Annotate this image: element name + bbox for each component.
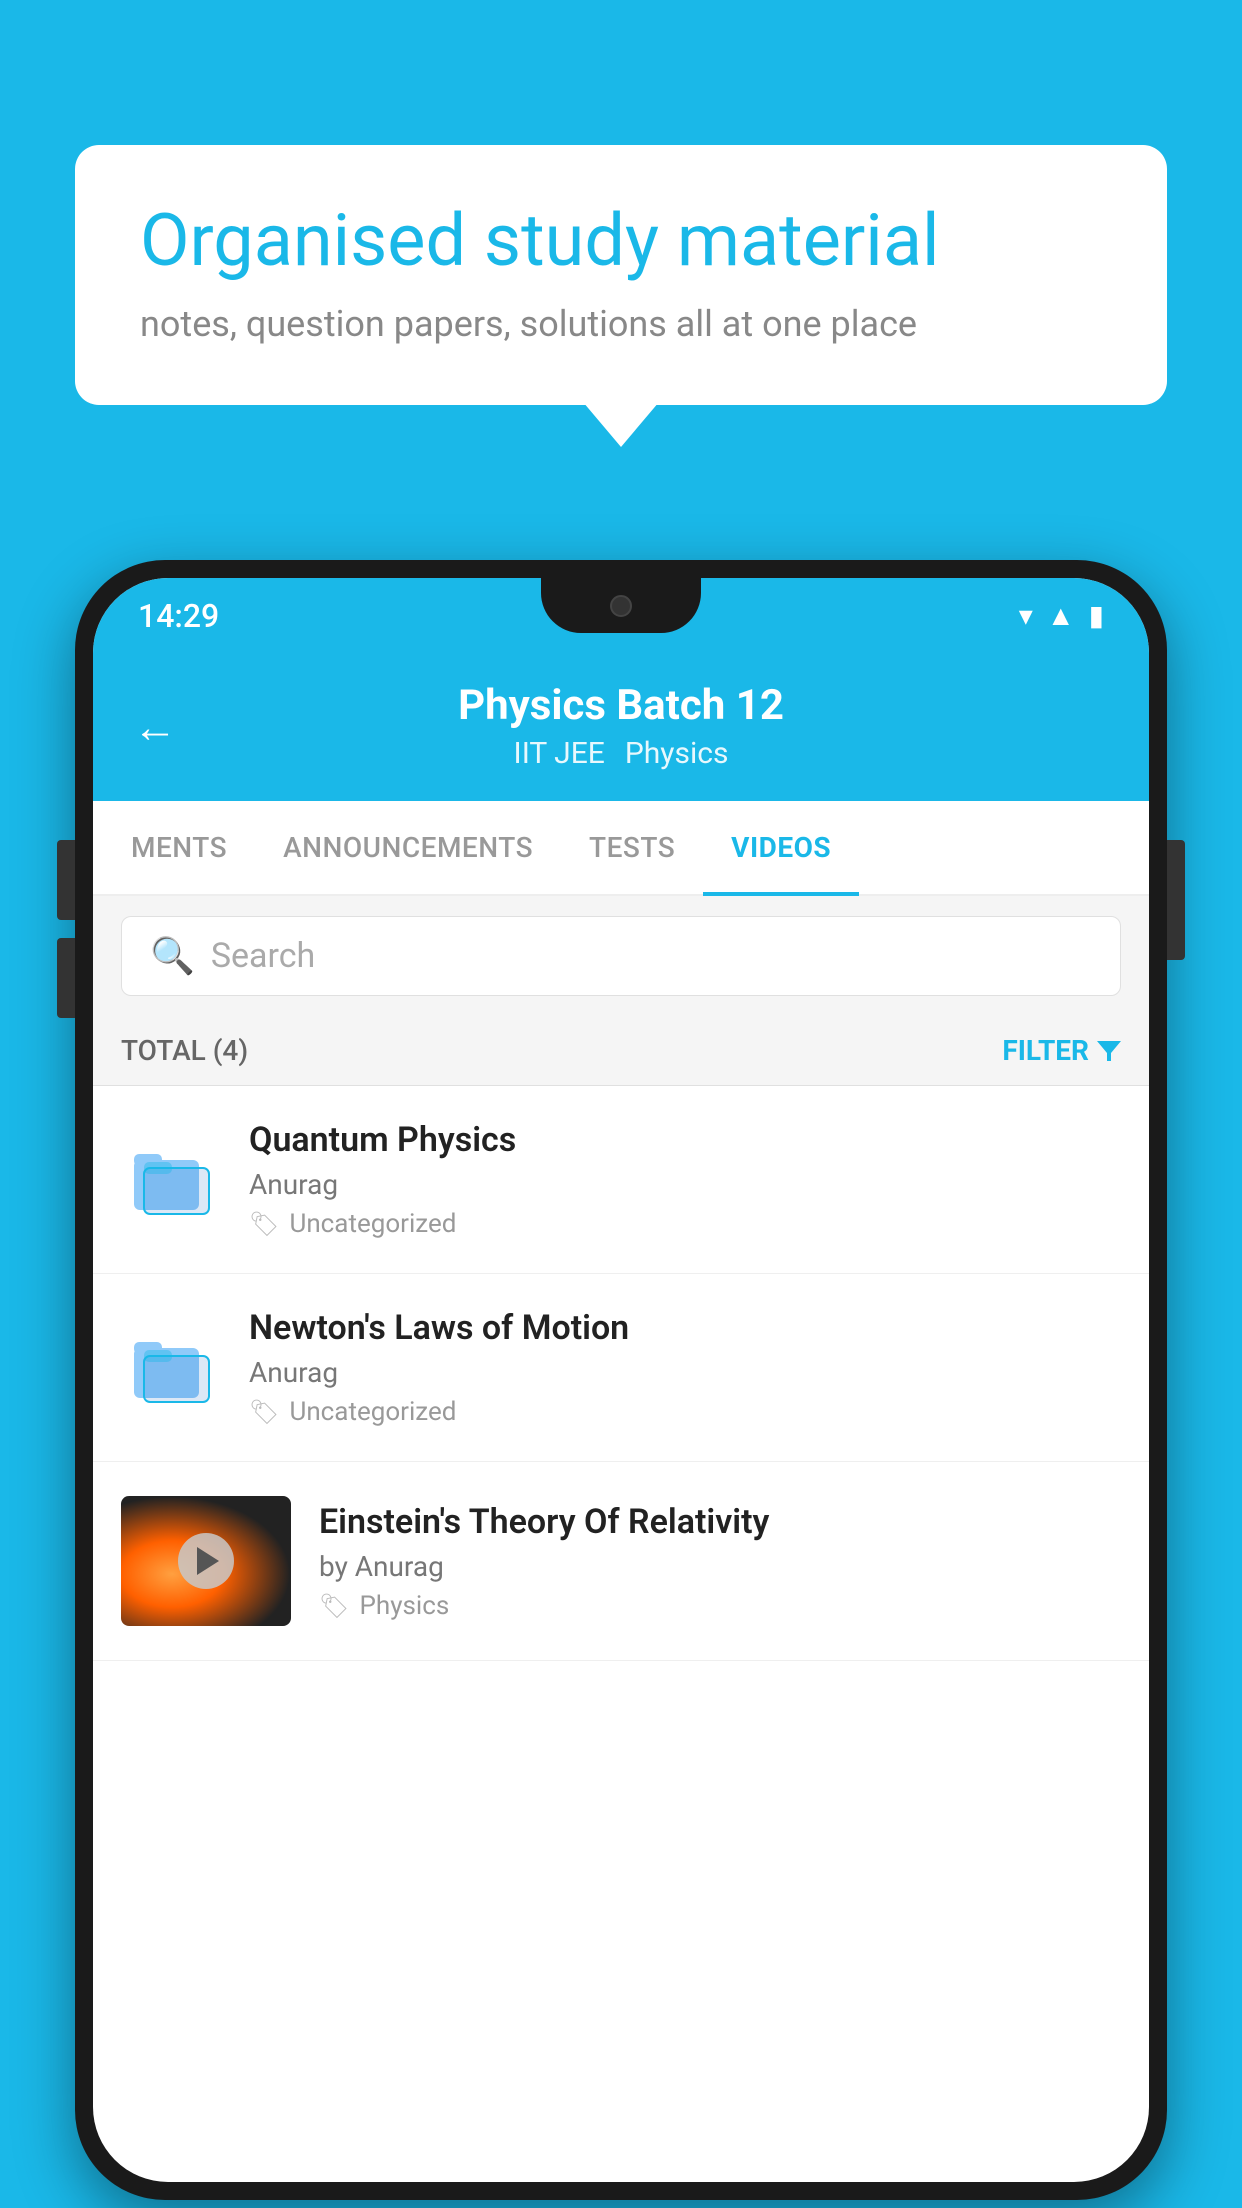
- status-time: 14:29: [138, 597, 219, 635]
- tag-label: Uncategorized: [289, 1397, 456, 1427]
- tag-label: Physics: [359, 1591, 449, 1621]
- header-subtitle: IIT JEE Physics: [514, 736, 729, 771]
- app-header: ← Physics Batch 12 IIT JEE Physics: [93, 653, 1149, 801]
- video-tag: 🏷 Physics: [319, 1591, 1121, 1621]
- video-title: Newton's Laws of Motion: [249, 1308, 1121, 1348]
- play-triangle-icon: [197, 1547, 219, 1575]
- video-author: Anurag: [249, 1356, 1121, 1389]
- tab-announcements[interactable]: ANNOUNCEMENTS: [255, 801, 561, 894]
- tag-icon: 🏷: [249, 1210, 279, 1238]
- list-item[interactable]: Newton's Laws of Motion Anurag 🏷 Uncateg…: [93, 1274, 1149, 1462]
- back-button[interactable]: ←: [133, 701, 177, 753]
- tab-tests[interactable]: TESTS: [561, 801, 703, 894]
- signal-icon: ▲: [1047, 599, 1075, 632]
- filter-button[interactable]: FILTER: [1002, 1034, 1121, 1067]
- speech-bubble: Organised study material notes, question…: [75, 145, 1167, 405]
- bubble-title: Organised study material: [140, 200, 1102, 283]
- folder-icon: [121, 1328, 221, 1408]
- video-title: Quantum Physics: [249, 1120, 1121, 1160]
- power-button[interactable]: [1167, 840, 1185, 960]
- search-bar[interactable]: 🔍 Search: [121, 916, 1121, 996]
- tag-icon: 🏷: [319, 1592, 349, 1620]
- video-author: by Anurag: [319, 1550, 1121, 1583]
- phone-notch: [541, 578, 701, 633]
- phone-frame: 14:29 ▾ ▲ ▮ ← Physics Batch 12 IIT JEE P…: [75, 560, 1167, 2200]
- video-thumbnail: [121, 1496, 291, 1626]
- video-tag: 🏷 Uncategorized: [249, 1209, 1121, 1239]
- video-info: Einstein's Theory Of Relativity by Anura…: [319, 1502, 1121, 1621]
- list-item[interactable]: Quantum Physics Anurag 🏷 Uncategorized: [93, 1086, 1149, 1274]
- status-icons: ▾ ▲ ▮: [1019, 599, 1104, 632]
- side-buttons-right: [1167, 840, 1185, 960]
- status-bar: 14:29 ▾ ▲ ▮: [93, 578, 1149, 653]
- video-list: Quantum Physics Anurag 🏷 Uncategorized: [93, 1086, 1149, 1661]
- total-count: TOTAL (4): [121, 1034, 248, 1067]
- header-title: Physics Batch 12: [458, 681, 784, 730]
- header-subtitle-iitjee: IIT JEE: [514, 736, 605, 771]
- search-placeholder: Search: [211, 936, 315, 976]
- header-subtitle-physics: Physics: [625, 736, 729, 771]
- tab-bar: MENTS ANNOUNCEMENTS TESTS VIDEOS: [93, 801, 1149, 896]
- bubble-subtitle: notes, question papers, solutions all at…: [140, 303, 1102, 345]
- video-title: Einstein's Theory Of Relativity: [319, 1502, 1121, 1542]
- list-item[interactable]: Einstein's Theory Of Relativity by Anura…: [93, 1462, 1149, 1661]
- search-container: 🔍 Search: [93, 896, 1149, 1016]
- tab-ments[interactable]: MENTS: [103, 801, 255, 894]
- speech-bubble-container: Organised study material notes, question…: [75, 145, 1167, 405]
- tag-label: Uncategorized: [289, 1209, 456, 1239]
- play-button[interactable]: [178, 1533, 234, 1589]
- front-camera: [610, 595, 632, 617]
- video-info: Quantum Physics Anurag 🏷 Uncategorized: [249, 1120, 1121, 1239]
- folder-icon: [121, 1140, 221, 1220]
- wifi-icon: ▾: [1019, 599, 1033, 632]
- video-author: Anurag: [249, 1168, 1121, 1201]
- side-buttons-left: [57, 840, 75, 1018]
- filter-label: FILTER: [1002, 1034, 1089, 1067]
- filter-funnel-icon: [1097, 1041, 1121, 1061]
- volume-up-button[interactable]: [57, 840, 75, 920]
- search-icon: 🔍: [150, 935, 195, 977]
- video-tag: 🏷 Uncategorized: [249, 1397, 1121, 1427]
- phone-screen: 14:29 ▾ ▲ ▮ ← Physics Batch 12 IIT JEE P…: [93, 578, 1149, 2182]
- tag-icon: 🏷: [249, 1398, 279, 1426]
- tab-videos[interactable]: VIDEOS: [703, 801, 859, 894]
- battery-icon: ▮: [1089, 599, 1104, 632]
- volume-down-button[interactable]: [57, 938, 75, 1018]
- video-info: Newton's Laws of Motion Anurag 🏷 Uncateg…: [249, 1308, 1121, 1427]
- filter-bar: TOTAL (4) FILTER: [93, 1016, 1149, 1086]
